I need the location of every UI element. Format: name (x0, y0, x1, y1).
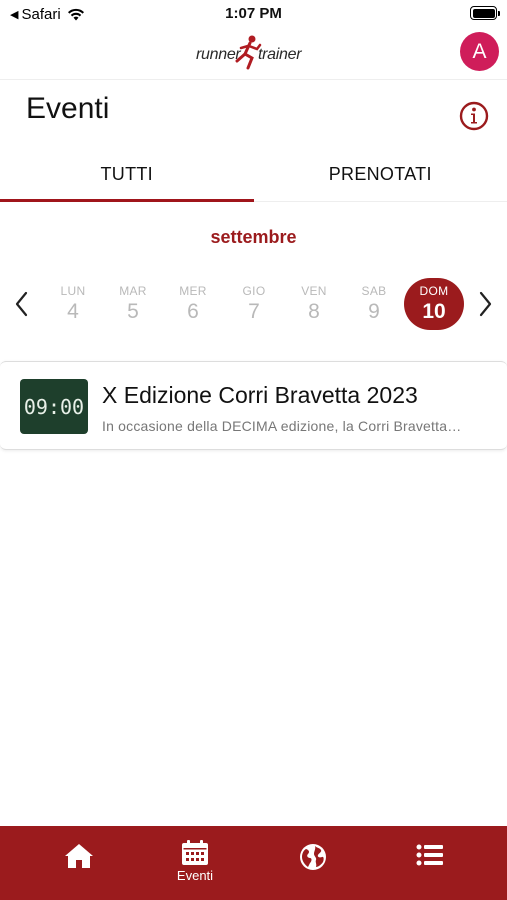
event-title: X Edizione Corri Bravetta 2023 (102, 382, 418, 408)
status-time: 1:07 PM (225, 5, 282, 22)
week-strip: LUN 4 MAR 5 MER 6 GIO 7 VEN 8 SAB 9 DOM … (0, 278, 507, 332)
day-wed[interactable]: MER 6 (163, 278, 223, 330)
app-header: runner trainer A (0, 28, 507, 80)
logo-text-trainer: trainer (258, 46, 302, 63)
day-sat[interactable]: SAB 9 (344, 278, 404, 330)
chevron-right-icon[interactable] (475, 290, 495, 318)
day-number: 4 (67, 300, 79, 323)
day-number: 7 (248, 300, 260, 323)
event-card[interactable]: 09:00 X Edizione Corri Bravetta 2023 In … (0, 361, 507, 450)
nav-globe[interactable] (273, 826, 353, 900)
nav-home[interactable] (39, 826, 119, 900)
runner-trainer-logo: runner trainer (196, 34, 308, 72)
home-icon (65, 844, 93, 868)
day-of-week: MAR (119, 284, 147, 298)
calendar-icon (182, 840, 208, 865)
nav-eventi-label: Eventi (176, 868, 214, 883)
info-icon[interactable] (458, 100, 490, 132)
avatar[interactable]: A (460, 32, 499, 71)
list-icon (416, 844, 443, 866)
tab-prenotati[interactable]: PRENOTATI (254, 148, 507, 201)
day-number: 10 (422, 300, 446, 323)
day-of-week: MER (179, 284, 207, 298)
day-number: 9 (368, 300, 380, 323)
status-bar: ◀ Safari 1:07 PM (0, 0, 507, 28)
day-number: 5 (127, 300, 139, 323)
nav-eventi[interactable]: Eventi (155, 826, 235, 900)
month-label: settembre (210, 227, 297, 247)
day-tue[interactable]: MAR 5 (103, 278, 163, 330)
day-of-week: GIO (242, 284, 266, 298)
day-of-week: SAB (361, 284, 387, 298)
day-of-week: LUN (60, 284, 86, 298)
event-time-badge: 09:00 (20, 379, 88, 434)
nav-list[interactable] (390, 826, 470, 900)
event-description: In occasione della DECIMA edizione, la C… (102, 418, 462, 434)
tab-tutti[interactable]: TUTTI (0, 148, 254, 202)
page-title: Eventi (26, 92, 110, 125)
day-thu[interactable]: GIO 7 (224, 278, 284, 330)
event-time: 09:00 (23, 394, 85, 419)
day-of-week: VEN (301, 284, 327, 298)
day-fri[interactable]: VEN 8 (284, 278, 344, 330)
bottom-nav: Eventi (0, 826, 507, 900)
day-number: 6 (187, 300, 199, 323)
tab-bar: TUTTI PRENOTATI (0, 148, 507, 202)
day-number: 8 (308, 300, 320, 323)
globe-icon (300, 844, 326, 870)
battery-icon (470, 6, 500, 20)
day-of-week: DOM (419, 284, 449, 298)
day-sun-selected[interactable]: DOM 10 (404, 278, 464, 330)
chevron-left-icon[interactable] (12, 290, 32, 318)
day-mon[interactable]: LUN 4 (43, 278, 103, 330)
